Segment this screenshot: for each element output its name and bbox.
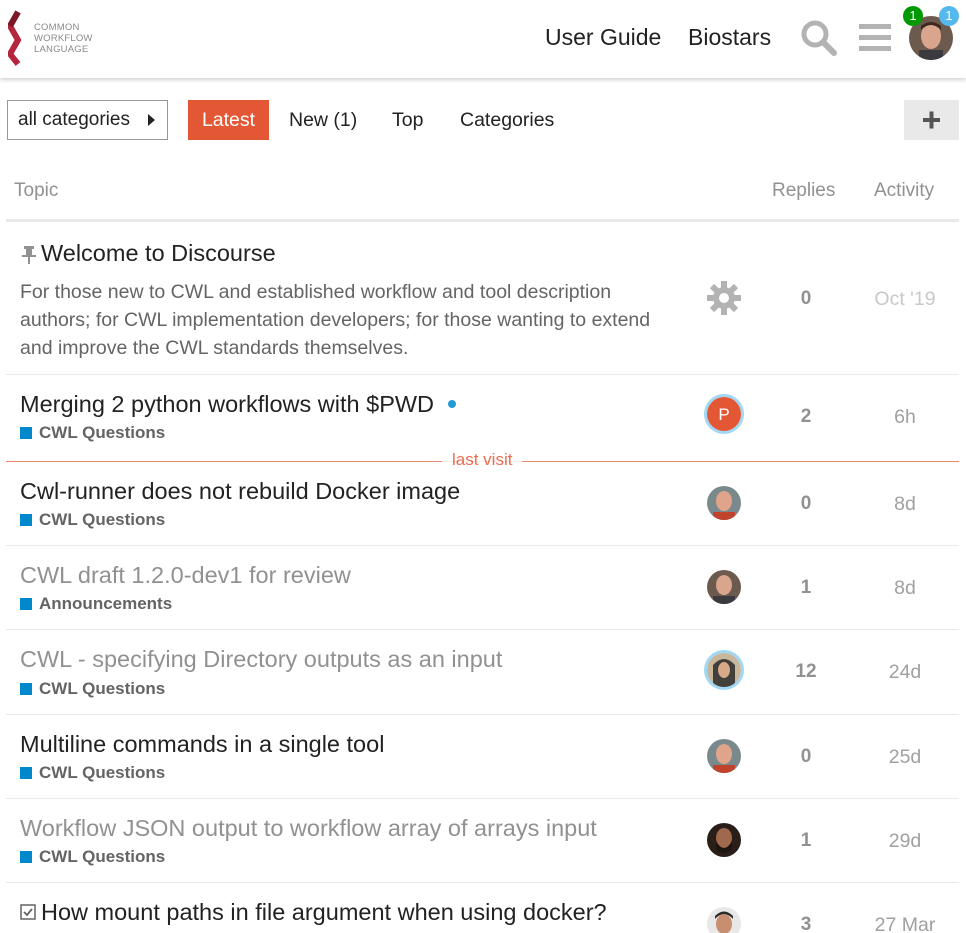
logo-line-1: COMMON [34,22,80,33]
poster-letter: P [718,405,729,424]
topic-title-text: Merging 2 python workflows with $PWD [20,391,435,417]
category-square-icon [20,514,32,526]
topic-title[interactable]: Merging 2 python workflows with $PWD [20,391,457,418]
solved-checkbox-icon [20,904,36,920]
row-divider [6,629,959,630]
row-divider [6,882,959,883]
site-header: COMMON WORKFLOW LANGUAGE User Guide Bios… [0,0,966,78]
reply-count[interactable]: 12 [786,661,826,683]
poster-avatar[interactable] [707,653,741,687]
pin-icon [22,246,36,264]
category-square-icon [20,851,32,863]
reply-count[interactable]: 0 [786,746,826,768]
activity-time[interactable]: 27 Mar [860,914,950,933]
reply-count[interactable]: 1 [786,830,826,852]
gear-icon[interactable] [706,280,742,316]
row-divider [6,798,959,799]
table-header-divider [6,219,959,222]
activity-time[interactable]: 25d [860,746,950,769]
category-name: CWL Questions [39,763,166,782]
poster-avatar[interactable] [707,907,741,933]
topic-excerpt: For those new to CWL and established wor… [20,281,651,359]
reply-count[interactable]: 0 [786,493,826,515]
poster-avatar[interactable] [707,486,741,520]
category-name: CWL Questions [39,679,166,698]
category-badge[interactable]: CWL Questions [20,423,165,443]
tab-top[interactable]: Top [379,100,436,140]
message-badge[interactable]: 1 [939,6,959,26]
reply-count[interactable]: 0 [786,288,826,310]
category-square-icon [20,683,32,695]
topic-title[interactable]: Welcome to Discourse [41,240,276,267]
hamburger-menu-icon[interactable] [857,18,897,58]
search-icon[interactable] [799,18,839,58]
logo-text: COMMON WORKFLOW LANGUAGE [34,22,93,55]
category-badge[interactable]: CWL Questions [20,679,165,699]
category-square-icon [20,767,32,779]
tab-categories[interactable]: Categories [447,100,567,140]
user-avatar-button[interactable]: 1 1 [903,6,959,60]
logo-line-2: WORKFLOW [34,33,93,44]
new-topic-dot-icon [448,400,457,408]
cwl-logo[interactable]: COMMON WORKFLOW LANGUAGE [8,10,108,66]
category-dropdown-label: all categories [18,109,130,130]
category-square-icon [20,598,32,610]
row-divider [6,714,959,715]
poster-avatar[interactable]: P [707,397,741,431]
plus-icon [923,111,940,129]
caret-right-icon [148,114,155,126]
logo-line-3: LANGUAGE [34,44,89,55]
notification-badge[interactable]: 1 [903,6,923,26]
topic-title[interactable]: Multiline commands in a single tool [20,731,384,758]
tab-new[interactable]: New (1) [276,100,370,140]
topic-title[interactable]: CWL - specifying Directory outputs as an… [20,646,502,673]
category-badge[interactable]: CWL Questions [20,847,165,867]
activity-time[interactable]: 24d [860,661,950,684]
category-name: CWL Questions [39,847,166,866]
poster-avatar[interactable] [707,570,741,604]
category-square-icon [20,427,32,439]
biostars-link[interactable]: Biostars [688,24,771,51]
reply-count[interactable]: 1 [786,577,826,599]
category-name: Announcements [39,594,173,613]
activity-time[interactable]: 8d [860,493,950,516]
reply-count[interactable]: 3 [786,914,826,933]
new-topic-button[interactable] [904,100,959,140]
category-name: CWL Questions [39,510,166,529]
topic-title[interactable]: How mount paths in file argument when us… [41,899,607,926]
topic-title[interactable]: CWL draft 1.2.0-dev1 for review [20,562,351,589]
topic-title[interactable]: Workflow JSON output to workflow array o… [20,815,597,842]
reply-count[interactable]: 2 [786,406,826,428]
activity-time[interactable]: Oct '19 [860,288,950,311]
last-visit-label: last visit [442,450,523,470]
activity-time[interactable]: 29d [860,830,950,853]
activity-time[interactable]: 6h [860,406,950,429]
column-header-replies[interactable]: Replies [772,180,835,202]
row-divider [6,545,959,546]
user-guide-link[interactable]: User Guide [545,24,661,51]
row-divider [6,374,959,375]
category-badge[interactable]: CWL Questions [20,510,165,530]
category-badge[interactable]: Announcements [20,594,172,614]
category-dropdown[interactable]: all categories [7,100,168,140]
category-name: CWL Questions [39,423,166,442]
poster-avatar[interactable] [707,739,741,773]
category-badge[interactable]: CWL Questions [20,763,165,783]
activity-time[interactable]: 8d [860,577,950,600]
poster-avatar[interactable] [707,823,741,857]
column-header-activity[interactable]: Activity [874,180,934,202]
cwl-logo-mark-icon [8,10,22,66]
topic-title[interactable]: Cwl-runner does not rebuild Docker image [20,478,460,505]
tab-latest[interactable]: Latest [188,100,269,140]
column-header-topic[interactable]: Topic [14,180,58,202]
